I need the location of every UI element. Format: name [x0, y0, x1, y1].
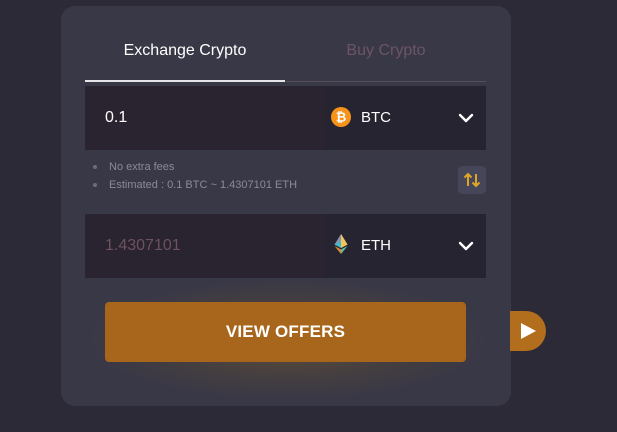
receive-currency-label: ETH	[361, 237, 391, 254]
chevron-down-icon	[458, 113, 474, 123]
note-estimated-rate: Estimated : 0.1 BTC ~ 1.4307101 ETH	[92, 178, 297, 196]
note-no-fees: No extra fees	[92, 160, 297, 178]
view-offers-button[interactable]: VIEW OFFERS	[105, 302, 466, 362]
send-row: ₿ BTC	[85, 86, 486, 150]
receive-amount-input[interactable]	[85, 214, 325, 278]
chevron-down-icon	[458, 241, 474, 251]
tab-exchange-crypto[interactable]: Exchange Crypto	[85, 32, 285, 82]
exchange-notes: No extra fees Estimated : 0.1 BTC ~ 1.43…	[92, 160, 297, 196]
swap-currencies-button[interactable]	[458, 166, 486, 194]
bitcoin-icon: ₿	[331, 107, 351, 127]
svg-text:₿: ₿	[336, 111, 347, 126]
send-currency-label: BTC	[361, 109, 391, 126]
send-amount-input[interactable]	[85, 86, 325, 150]
play-tab-button[interactable]	[510, 311, 546, 351]
tab-buy-crypto[interactable]: Buy Crypto	[286, 32, 486, 82]
swap-arrows-icon	[463, 172, 481, 188]
play-icon	[521, 323, 536, 339]
ethereum-icon	[334, 234, 348, 254]
receive-row: ETH	[85, 214, 486, 278]
send-currency-select[interactable]: ₿ BTC	[325, 86, 486, 150]
receive-currency-select[interactable]: ETH	[325, 214, 486, 278]
tab-bar: Exchange Crypto Buy Crypto	[85, 32, 486, 82]
